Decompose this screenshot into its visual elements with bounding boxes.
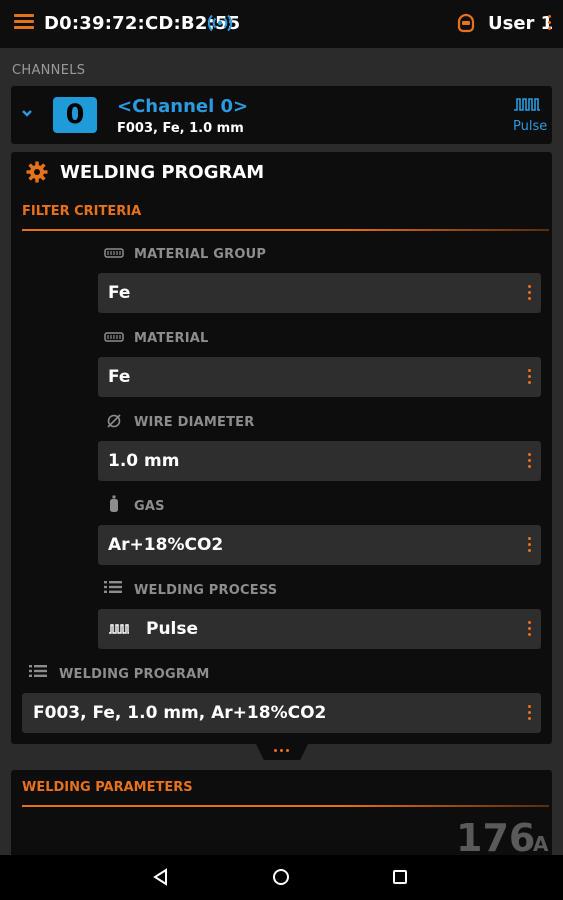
channel-process-label: Pulse	[513, 119, 548, 134]
recent-apps-icon[interactable]	[392, 869, 408, 885]
diameter-icon	[107, 414, 121, 428]
welding-process-value: Pulse	[146, 619, 199, 639]
welding-helmet-icon[interactable]	[456, 13, 476, 33]
material-group-icon	[104, 248, 124, 258]
gas-label: GAS	[134, 499, 165, 514]
list-icon	[104, 581, 122, 593]
material-select[interactable]: Fe	[98, 357, 541, 397]
channel-card[interactable]: 0 <Channel 0> F003, Fe, 1.0 mm Pulse	[11, 86, 552, 144]
welding-parameters-title: WELDING PARAMETERS	[22, 780, 193, 795]
filter-criteria-title: FILTER CRITERIA	[22, 204, 142, 219]
expand-more-icon[interactable]	[274, 749, 289, 752]
channel-name: <Channel 0>	[117, 96, 249, 117]
channel-number-badge: 0	[53, 97, 97, 133]
welding-parameters-card: WELDING PARAMETERS 176 A	[11, 770, 552, 860]
more-options-icon[interactable]	[528, 621, 531, 639]
wire-diameter-select[interactable]: 1.0 mm	[98, 441, 541, 481]
material-group-select[interactable]: Fe	[98, 273, 541, 313]
material-group-label: MATERIAL GROUP	[134, 247, 267, 262]
welding-program-card: WELDING PROGRAM FILTER CRITERIA MATERIAL…	[11, 152, 552, 744]
welding-program-field-label: WELDING PROGRAM	[59, 667, 210, 682]
more-options-icon[interactable]	[528, 537, 531, 555]
welding-program-title: WELDING PROGRAM	[60, 162, 265, 183]
gas-bottle-icon	[110, 495, 118, 512]
channel-summary: F003, Fe, 1.0 mm	[117, 121, 244, 136]
welding-process-select[interactable]: Pulse	[98, 609, 541, 649]
expand-tab[interactable]	[256, 744, 308, 760]
gear-icon	[26, 161, 48, 183]
more-options-icon[interactable]	[528, 705, 531, 723]
pulse-wave-icon	[109, 624, 129, 634]
hamburger-menu-icon[interactable]	[14, 14, 34, 32]
list-icon	[29, 665, 47, 677]
current-value: 176	[456, 816, 536, 860]
more-options-icon[interactable]	[528, 285, 531, 303]
gas-select[interactable]: Ar+18%CO2	[98, 525, 541, 565]
channels-section-label: CHANNELS	[12, 63, 86, 78]
user-more-options-icon[interactable]	[548, 15, 552, 33]
system-navigation-bar	[0, 855, 563, 900]
user-name[interactable]: User 1	[488, 13, 553, 34]
chevron-down-icon[interactable]	[21, 108, 33, 118]
current-unit: A	[533, 832, 549, 856]
material-label: MATERIAL	[134, 331, 209, 346]
material-value: Fe	[108, 367, 131, 387]
welding-program-select[interactable]: F003, Fe, 1.0 mm, Ar+18%CO2	[22, 693, 541, 733]
home-icon[interactable]	[272, 868, 290, 886]
back-icon[interactable]	[152, 868, 170, 886]
wireless-signal-icon	[208, 14, 232, 32]
pulse-wave-icon	[514, 98, 540, 111]
material-icon	[104, 332, 124, 342]
gas-value: Ar+18%CO2	[108, 535, 224, 555]
welding-process-label: WELDING PROCESS	[134, 583, 278, 598]
wire-diameter-label: WIRE DIAMETER	[134, 415, 255, 430]
parameters-divider	[22, 805, 549, 807]
more-options-icon[interactable]	[528, 453, 531, 471]
more-options-icon[interactable]	[528, 369, 531, 387]
wire-diameter-value: 1.0 mm	[108, 451, 180, 471]
filter-divider	[22, 229, 549, 231]
top-app-bar: D0:39:72:CD:B2:55 User 1	[0, 0, 563, 48]
welding-program-value: F003, Fe, 1.0 mm, Ar+18%CO2	[33, 703, 327, 723]
material-group-value: Fe	[108, 283, 131, 303]
